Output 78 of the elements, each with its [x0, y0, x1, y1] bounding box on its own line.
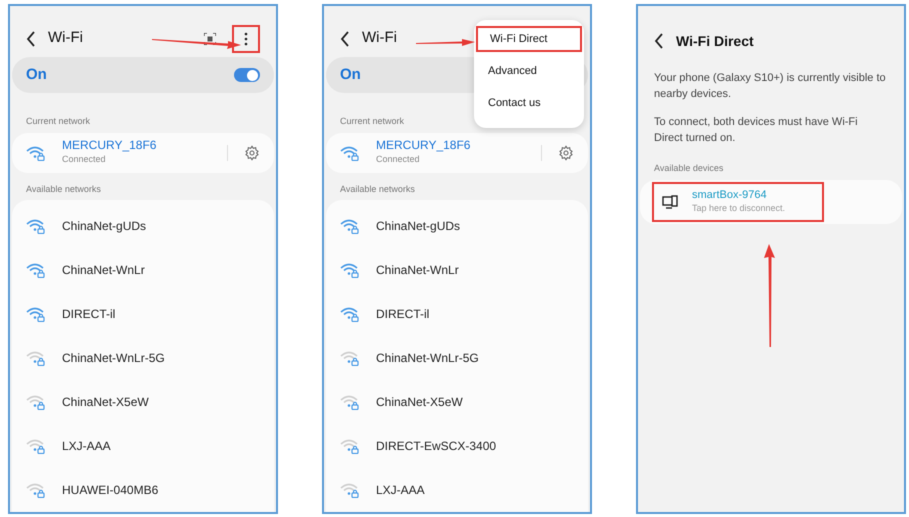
annotation-arrow: [416, 36, 476, 48]
network-row[interactable]: DIRECT-EwSCX-3400: [326, 424, 588, 468]
wifi-lock-icon: [340, 394, 360, 410]
network-name: HUAWEI-040MB6: [62, 482, 158, 499]
wifi-lock-icon: [26, 306, 46, 322]
screen-title: Wi-Fi: [362, 28, 397, 48]
info-text: Your phone (Galaxy S10+) is currently visible to nearby devices.: [653, 71, 887, 102]
screen-title: Wi-Fi Direct: [676, 32, 754, 50]
network-row[interactable]: ChinaNet-gUDs: [12, 204, 274, 248]
qr-scan-icon[interactable]: [204, 32, 216, 45]
wifi-lock-icon: [340, 262, 360, 278]
toggle-label: On: [340, 65, 361, 86]
network-row[interactable]: DIRECT-il: [12, 292, 274, 336]
network-row[interactable]: ChinaNet-X5eW: [12, 380, 274, 424]
network-row[interactable]: HUAWEI-040MB6: [12, 468, 274, 512]
menu-item[interactable]: Contact us: [476, 90, 582, 116]
network-name: ChinaNet-X5eW: [62, 394, 149, 411]
wifi-lock-icon: [26, 218, 46, 234]
network-name: LXJ-AAA: [376, 482, 425, 499]
wifi-lock-icon: [26, 144, 46, 161]
network-name: ChinaNet-X5eW: [376, 394, 463, 411]
section-label: Available networks: [25, 182, 102, 196]
menu-item[interactable]: Advanced: [476, 58, 582, 84]
network-name: ChinaNet-WnLr-5G: [376, 350, 479, 367]
toggle-label: On: [26, 65, 47, 86]
network-name: ChinaNet-WnLr: [376, 262, 459, 279]
wifi-lock-icon: [26, 262, 46, 278]
menu-item[interactable]: Wi-Fi Direct: [476, 26, 582, 52]
network-name: DIRECT-EwSCX-3400: [376, 438, 496, 455]
info-text: To connect, both devices must have Wi-Fi Direct turned on.: [653, 115, 859, 146]
wifi-lock-icon: [26, 438, 46, 454]
network-row[interactable]: DIRECT-il: [326, 292, 588, 336]
wifi-lock-icon: [340, 350, 360, 366]
wifi-lock-icon: [340, 438, 360, 454]
wifi-lock-icon: [340, 144, 360, 161]
network-name: DIRECT-il: [376, 306, 430, 323]
back-icon[interactable]: [340, 30, 350, 47]
wifi-lock-icon: [340, 482, 360, 498]
wifi-lock-icon: [340, 218, 360, 234]
network-name: MERCURY_18F6: [62, 138, 158, 154]
network-row[interactable]: ChinaNet-gUDs: [326, 204, 588, 248]
wifi-lock-icon: [340, 306, 360, 322]
wifi-switch[interactable]: [234, 68, 260, 82]
network-row[interactable]: ChinaNet-WnLr-5G: [12, 336, 274, 380]
current-network-card[interactable]: MERCURY_18F6 Connected: [12, 132, 274, 172]
wifi-lock-icon: [26, 394, 46, 410]
network-row[interactable]: LXJ-AAA: [326, 468, 588, 512]
monitor-icon: [662, 194, 678, 208]
network-name: ChinaNet-gUDs: [62, 218, 146, 235]
network-status: Connected: [62, 153, 107, 166]
more-options-button[interactable]: [232, 24, 260, 53]
more-options-icon: [244, 32, 248, 46]
network-row[interactable]: ChinaNet-WnLr-5G: [326, 336, 588, 380]
section-label: Current network: [339, 115, 406, 128]
wifi-lock-icon: [26, 350, 46, 366]
network-row[interactable]: LXJ-AAA: [12, 424, 274, 468]
network-row[interactable]: ChinaNet-WnLr: [326, 248, 588, 292]
network-name: DIRECT-il: [62, 306, 116, 323]
network-row[interactable]: ChinaNet-X5eW: [326, 380, 588, 424]
settings-icon[interactable]: [244, 144, 260, 161]
network-name: LXJ-AAA: [62, 438, 111, 455]
current-network-card[interactable]: MERCURY_18F6 Connected: [326, 132, 588, 172]
back-icon[interactable]: [654, 33, 664, 49]
section-label: Available networks: [339, 182, 416, 196]
network-name: ChinaNet-WnLr: [62, 262, 145, 279]
wifi-lock-icon: [26, 482, 46, 498]
network-name: MERCURY_18F6: [376, 138, 472, 154]
network-status: Connected: [376, 153, 421, 166]
device-status: Tap here to disconnect.: [692, 202, 786, 215]
back-icon[interactable]: [26, 30, 36, 47]
screen-title: Wi-Fi: [48, 28, 83, 48]
settings-icon[interactable]: [558, 144, 574, 161]
device-name: smartBox-9764: [692, 188, 768, 202]
network-name: ChinaNet-gUDs: [376, 218, 460, 235]
section-label: Available devices: [653, 162, 724, 175]
section-label: Current network: [25, 115, 92, 128]
network-row[interactable]: ChinaNet-WnLr: [12, 248, 274, 292]
network-name: ChinaNet-WnLr-5G: [62, 350, 165, 367]
